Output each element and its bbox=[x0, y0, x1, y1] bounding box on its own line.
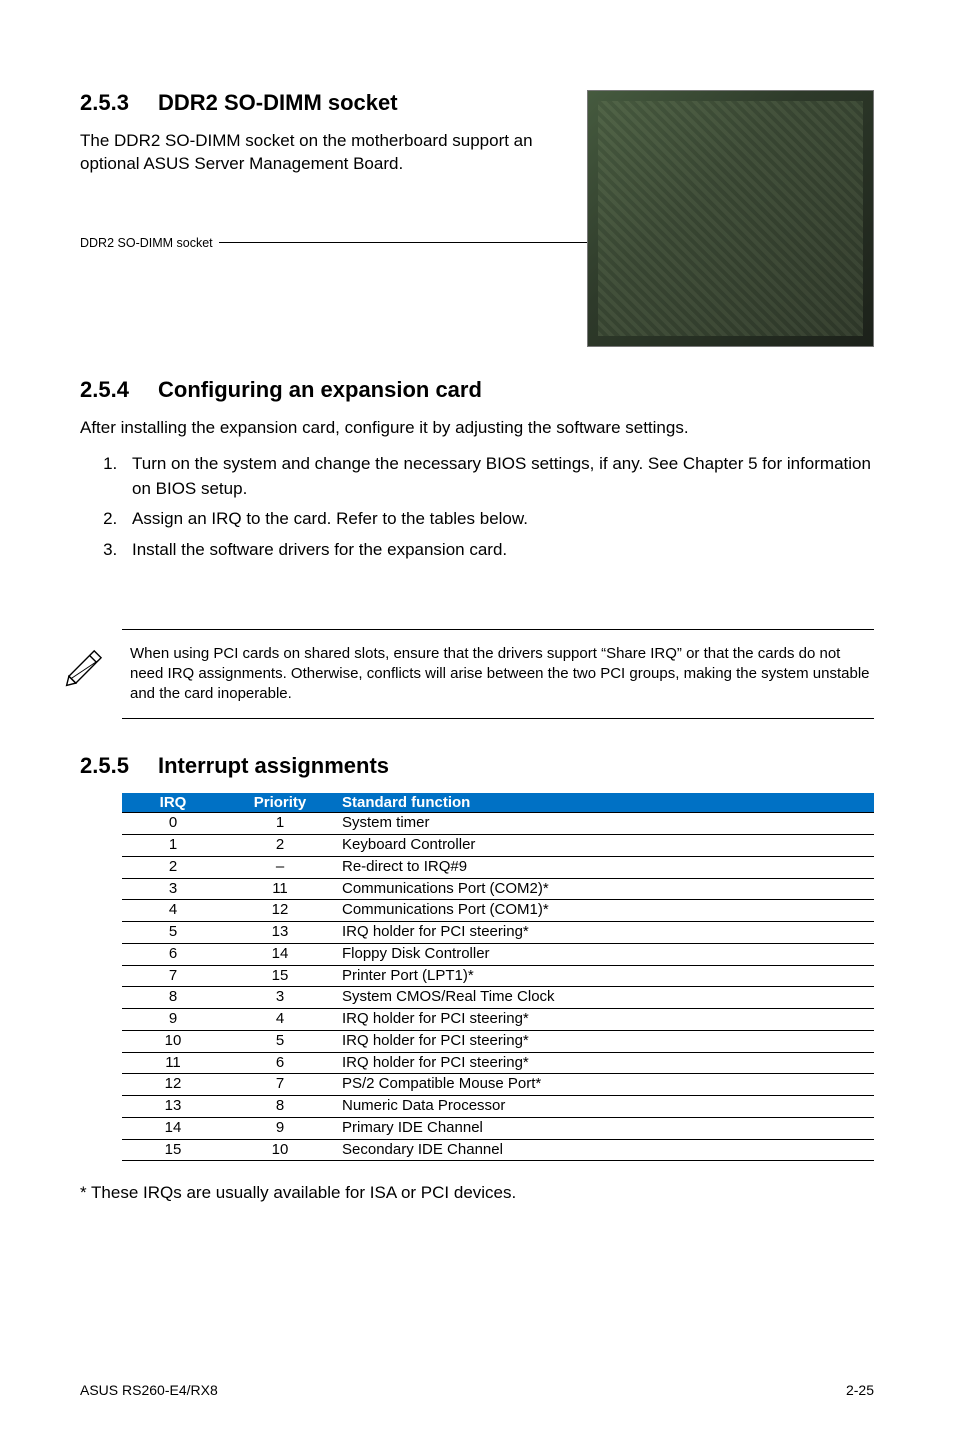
footer-right: 2-25 bbox=[846, 1382, 874, 1398]
table-row: 412Communications Port (COM1)* bbox=[122, 900, 874, 922]
irq-footnote: * These IRQs are usually available for I… bbox=[80, 1183, 874, 1203]
table-row: 12Keyboard Controller bbox=[122, 835, 874, 857]
table-row: 614Floppy Disk Controller bbox=[122, 943, 874, 965]
table-row: 138Numeric Data Processor bbox=[122, 1096, 874, 1118]
caption-leader-line bbox=[219, 242, 587, 243]
note-text: When using PCI cards on shared slots, en… bbox=[130, 644, 874, 705]
col-priority: Priority bbox=[224, 793, 336, 813]
section-253-heading: 2.5.3DDR2 SO-DIMM socket bbox=[80, 90, 567, 116]
photo-caption: DDR2 SO-DIMM socket bbox=[80, 236, 213, 250]
table-row: 116IRQ holder for PCI steering* bbox=[122, 1052, 874, 1074]
section-255-title: Interrupt assignments bbox=[158, 753, 389, 778]
section-254-body: After installing the expansion card, con… bbox=[80, 417, 874, 440]
table-row: 105IRQ holder for PCI steering* bbox=[122, 1030, 874, 1052]
table-row: 149Primary IDE Channel bbox=[122, 1117, 874, 1139]
section-255-num: 2.5.5 bbox=[80, 753, 158, 779]
page-footer: ASUS RS260-E4/RX8 2-25 bbox=[80, 1352, 874, 1398]
table-row: 83System CMOS/Real Time Clock bbox=[122, 987, 874, 1009]
motherboard-photo bbox=[587, 90, 874, 347]
section-254-heading: 2.5.4Configuring an expansion card bbox=[80, 377, 874, 403]
section-253-body: The DDR2 SO-DIMM socket on the motherboa… bbox=[80, 130, 567, 176]
photo-caption-row: DDR2 SO-DIMM socket bbox=[80, 236, 567, 250]
table-row: 2–Re-direct to IRQ#9 bbox=[122, 856, 874, 878]
table-row: 513IRQ holder for PCI steering* bbox=[122, 922, 874, 944]
irq-table-body: 01System timer 12Keyboard Controller 2–R… bbox=[122, 813, 874, 1161]
steps-list: Turn on the system and change the necess… bbox=[80, 452, 874, 569]
section-255-heading: 2.5.5Interrupt assignments bbox=[80, 753, 874, 779]
table-row: 715Printer Port (LPT1)* bbox=[122, 965, 874, 987]
col-irq: IRQ bbox=[122, 793, 224, 813]
step-item: Turn on the system and change the necess… bbox=[122, 452, 874, 501]
irq-table: IRQ Priority Standard function 01System … bbox=[122, 793, 874, 1161]
section-253-title: DDR2 SO-DIMM socket bbox=[158, 90, 398, 115]
note-box: When using PCI cards on shared slots, en… bbox=[122, 629, 874, 720]
note-icon bbox=[62, 644, 108, 690]
section-254-title: Configuring an expansion card bbox=[158, 377, 482, 402]
table-row: 127PS/2 Compatible Mouse Port* bbox=[122, 1074, 874, 1096]
step-item: Assign an IRQ to the card. Refer to the … bbox=[122, 507, 874, 532]
step-item: Install the software drivers for the exp… bbox=[122, 538, 874, 563]
table-header-row: IRQ Priority Standard function bbox=[122, 793, 874, 813]
table-row: 1510Secondary IDE Channel bbox=[122, 1139, 874, 1161]
table-row: 311Communications Port (COM2)* bbox=[122, 878, 874, 900]
col-function: Standard function bbox=[336, 793, 874, 813]
section-254-num: 2.5.4 bbox=[80, 377, 158, 403]
table-row: 01System timer bbox=[122, 813, 874, 835]
footer-left: ASUS RS260-E4/RX8 bbox=[80, 1382, 218, 1398]
section-253-num: 2.5.3 bbox=[80, 90, 158, 116]
table-row: 94IRQ holder for PCI steering* bbox=[122, 1009, 874, 1031]
